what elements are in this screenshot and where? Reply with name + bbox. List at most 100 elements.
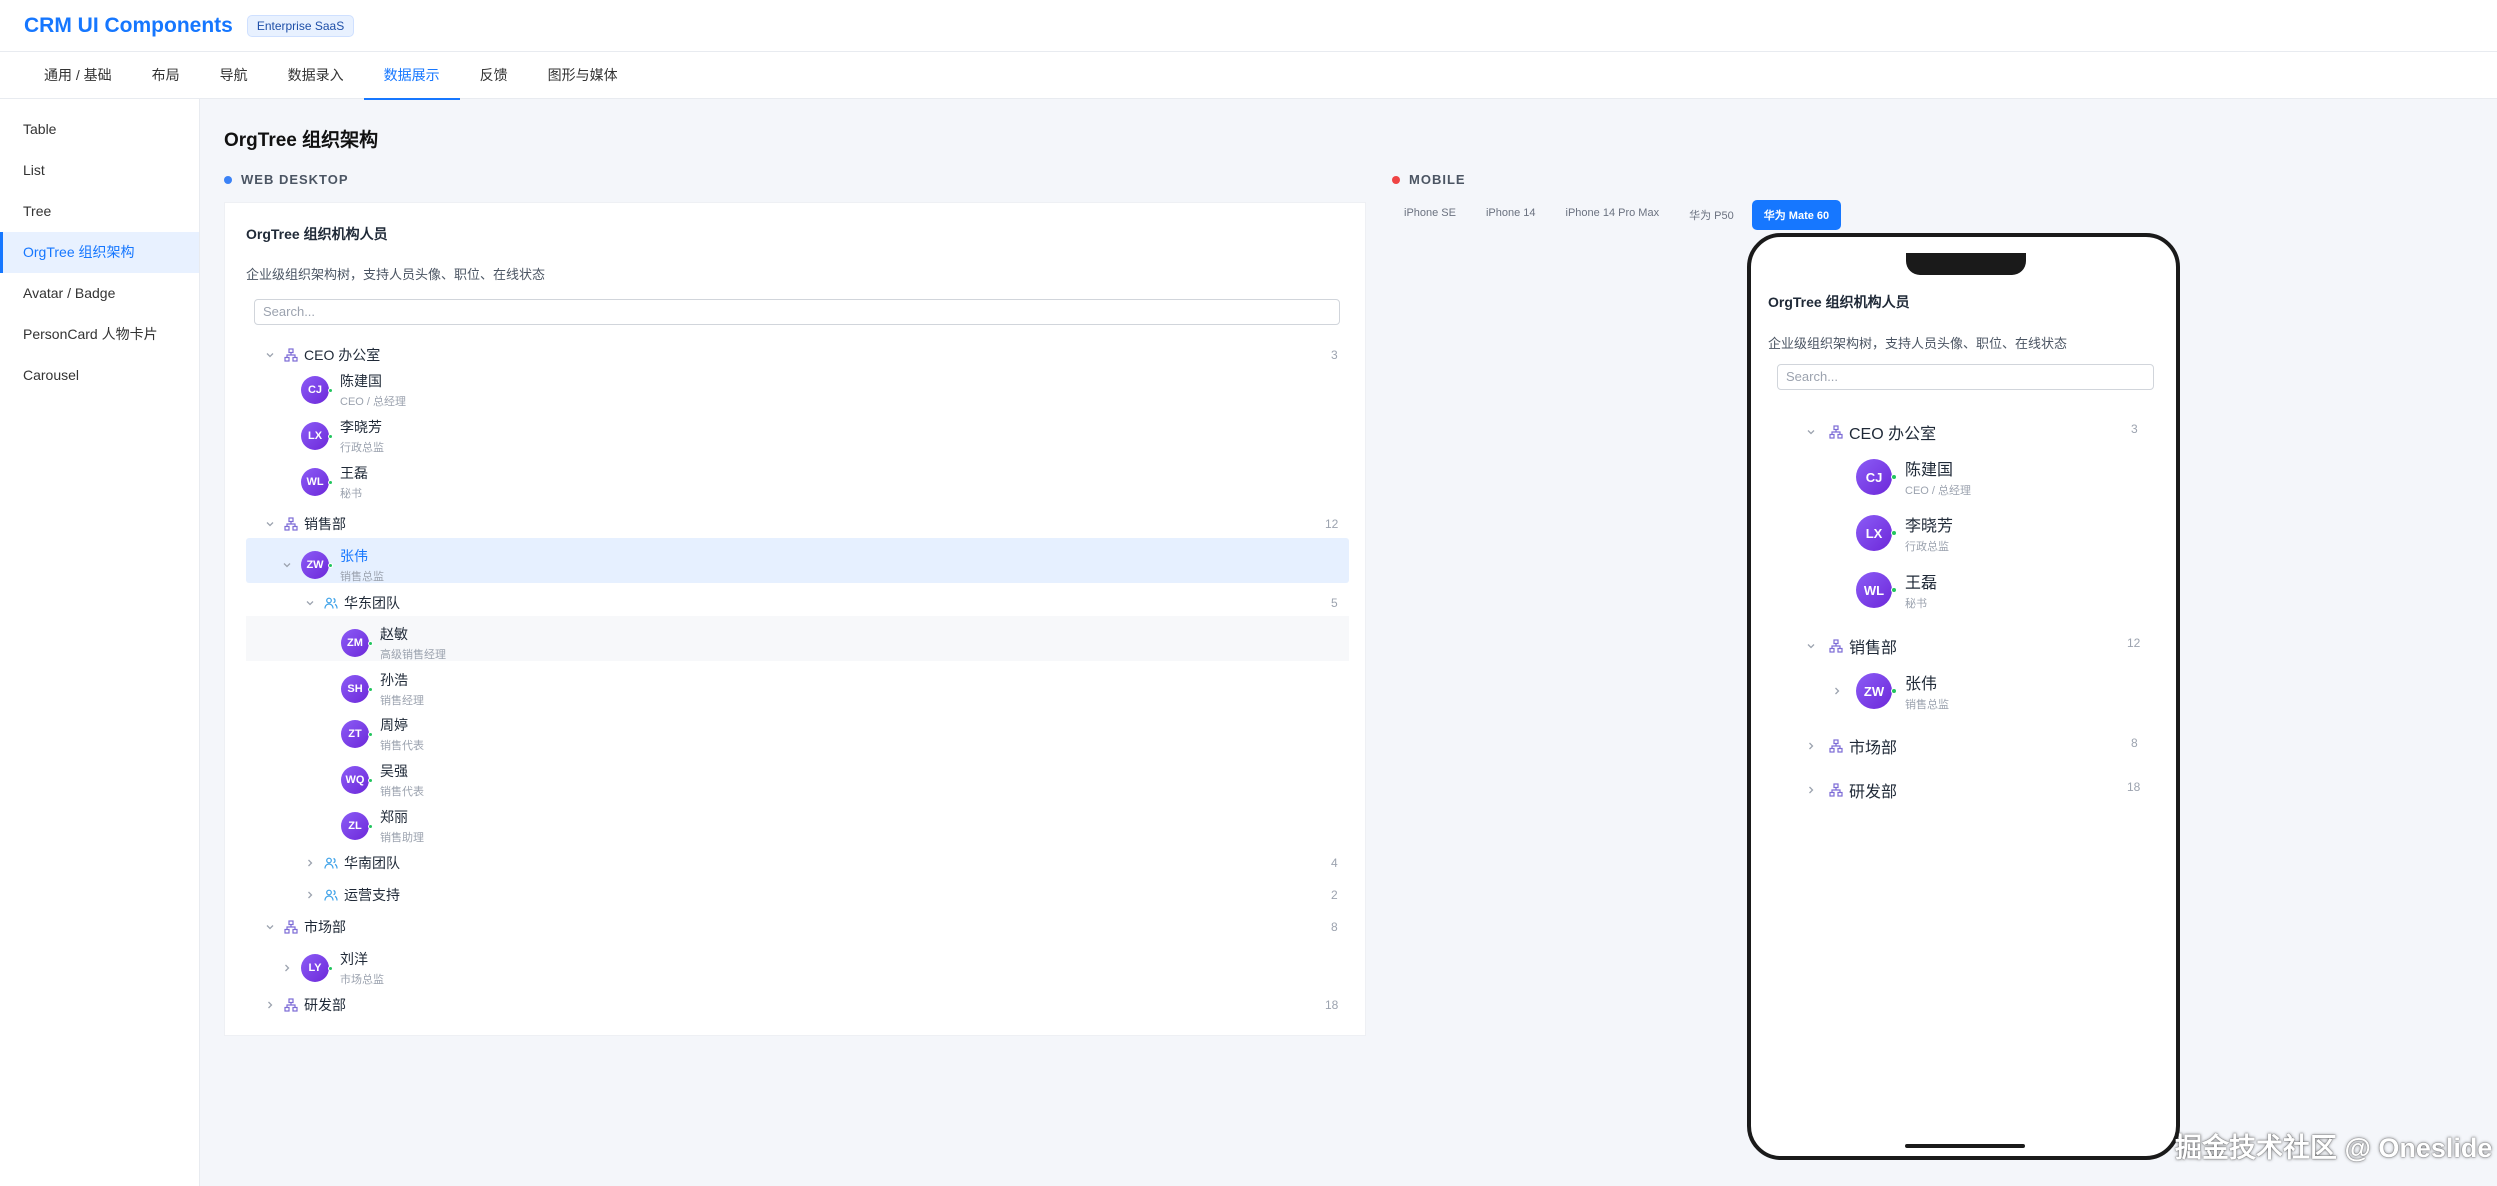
mobile-tree-person-secretary[interactable]: WL 王磊 秘书: [1856, 569, 1937, 611]
tree-person-east-2[interactable]: SH 孙浩 销售经理: [341, 670, 424, 708]
chevron-right-icon[interactable]: [281, 962, 293, 974]
chevron-down-icon[interactable]: [1805, 640, 1817, 652]
device-tab-huawei-mate-60[interactable]: 华为 Mate 60: [1751, 200, 1842, 230]
tree-node-ceo-office[interactable]: CEO 办公室: [264, 345, 380, 365]
online-status-dot: [368, 778, 373, 783]
person-name: 郑丽: [380, 809, 408, 825]
sidebar-item-personcard[interactable]: PersonCard 人物卡片: [0, 314, 199, 355]
chevron-down-icon[interactable]: [281, 559, 293, 571]
person-role: 销售助理: [380, 832, 424, 844]
avatar: WL: [1856, 572, 1897, 608]
node-count: 2: [1331, 888, 1338, 902]
avatar: WL: [301, 468, 333, 496]
mobile-tree-node-rd[interactable]: 研发部: [1805, 778, 1897, 802]
tree-person-east-4[interactable]: WQ 吴强 销售代表: [341, 761, 424, 799]
chevron-right-icon[interactable]: [304, 857, 316, 869]
mobile-tree-person-admin[interactable]: LX 李晓芳 行政总监: [1856, 512, 1953, 554]
team-icon: [324, 856, 338, 870]
person-role: 秘书: [340, 488, 362, 500]
mobile-tree-node-sales[interactable]: 销售部: [1805, 634, 1897, 658]
chevron-right-icon[interactable]: [1805, 740, 1817, 752]
node-label: 研发部: [304, 997, 346, 1013]
person-role: 高级销售经理: [380, 649, 446, 661]
chevron-right-icon[interactable]: [304, 889, 316, 901]
node-label: 华南团队: [344, 855, 400, 871]
tab-data-display[interactable]: 数据展示: [363, 52, 460, 100]
person-name: 李晓芳: [340, 419, 382, 435]
tree-person-marketing-director[interactable]: LY 刘洋 市场总监: [281, 949, 384, 987]
org-icon: [1829, 425, 1843, 439]
chevron-right-icon[interactable]: [1805, 784, 1817, 796]
node-count: 3: [1331, 348, 1338, 362]
mobile-tree-person-ceo[interactable]: CJ 陈建国 CEO / 总经理: [1856, 456, 1971, 498]
tab-layout[interactable]: 布局: [132, 52, 200, 99]
chevron-down-icon[interactable]: [264, 349, 276, 361]
online-status-dot: [368, 824, 373, 829]
org-icon: [284, 348, 298, 362]
chevron-down-icon[interactable]: [264, 921, 276, 933]
device-tab-iphone-14[interactable]: iPhone 14: [1474, 200, 1548, 230]
page-title: OrgTree 组织架构: [224, 130, 379, 151]
tree-person-ceo[interactable]: CJ 陈建国 CEO / 总经理: [301, 371, 406, 409]
desktop-label-text: WEB DESKTOP: [241, 172, 349, 187]
node-label: 销售部: [1849, 640, 1898, 657]
tree-node-ops-support[interactable]: 运营支持: [304, 885, 400, 905]
tree-person-east-1[interactable]: ZM 赵敏 高级销售经理: [341, 624, 446, 662]
chevron-down-icon[interactable]: [304, 597, 316, 609]
mobile-tree-person-sales-director[interactable]: ZW 张伟 销售总监: [1831, 670, 1949, 712]
mobile-tree-node-ceo-office[interactable]: CEO 办公室: [1805, 420, 1936, 444]
person-role: 市场总监: [340, 974, 384, 986]
tree-person-east-5[interactable]: ZL 郑丽 销售助理: [341, 807, 424, 845]
tree-person-sales-director[interactable]: ZW 张伟 销售总监: [281, 546, 384, 584]
tab-data-entry[interactable]: 数据录入: [268, 52, 364, 99]
person-name: 孙浩: [380, 672, 408, 688]
device-selector: iPhone SE iPhone 14 iPhone 14 Pro Max 华为…: [1392, 200, 1847, 230]
device-tab-huawei-p50[interactable]: 华为 P50: [1677, 200, 1746, 230]
avatar: CJ: [301, 376, 333, 404]
component-sidebar: Table List Tree OrgTree 组织架构 Avatar / Ba…: [0, 99, 200, 1186]
tab-graphics-media[interactable]: 图形与媒体: [528, 52, 638, 99]
org-icon: [284, 998, 298, 1012]
tree-node-east-team[interactable]: 华东团队: [304, 593, 400, 613]
device-tab-iphone-14-pro-max[interactable]: iPhone 14 Pro Max: [1554, 200, 1672, 230]
sidebar-item-orgtree[interactable]: OrgTree 组织架构: [0, 232, 199, 273]
tree-person-admin[interactable]: LX 李晓芳 行政总监: [301, 417, 384, 455]
sidebar-item-carousel[interactable]: Carousel: [0, 355, 199, 396]
app-title: CRM UI Components: [24, 13, 233, 37]
chevron-down-icon[interactable]: [1805, 426, 1817, 438]
tree-person-east-3[interactable]: ZT 周婷 销售代表: [341, 715, 424, 753]
tab-feedback[interactable]: 反馈: [460, 52, 528, 99]
team-icon: [324, 888, 338, 902]
sidebar-item-list[interactable]: List: [0, 150, 199, 191]
phone-notch: [1906, 253, 2026, 275]
tree-node-rd[interactable]: 研发部: [264, 995, 346, 1015]
mobile-section-label: MOBILE: [1392, 172, 1466, 187]
mobile-label-text: MOBILE: [1409, 172, 1466, 187]
avatar: LY: [301, 954, 333, 982]
person-role: 销售总监: [340, 571, 384, 583]
tree-node-marketing[interactable]: 市场部: [264, 917, 346, 937]
device-tab-iphone-se[interactable]: iPhone SE: [1392, 200, 1468, 230]
chevron-right-icon[interactable]: [1831, 685, 1843, 697]
tree-node-south-team[interactable]: 华南团队: [304, 853, 400, 873]
sidebar-item-avatar-badge[interactable]: Avatar / Badge: [0, 273, 199, 314]
search-input[interactable]: Search...: [254, 299, 1340, 325]
chevron-right-icon[interactable]: [264, 999, 276, 1011]
tab-navigation[interactable]: 导航: [200, 52, 268, 99]
online-status-dot: [328, 388, 333, 393]
mobile-search-input[interactable]: Search...: [1777, 364, 2154, 390]
category-tabs: 通用 / 基础 布局 导航 数据录入 数据展示 反馈 图形与媒体: [0, 52, 2497, 100]
tree-node-sales[interactable]: 销售部: [264, 514, 346, 534]
selected-row-highlight: [246, 538, 1349, 583]
chevron-down-icon[interactable]: [264, 518, 276, 530]
sidebar-item-table[interactable]: Table: [0, 109, 199, 150]
online-status-dot: [328, 434, 333, 439]
mobile-tree-node-marketing[interactable]: 市场部: [1805, 734, 1897, 758]
org-icon: [1829, 783, 1843, 797]
sidebar-item-tree[interactable]: Tree: [0, 191, 199, 232]
tab-general[interactable]: 通用 / 基础: [24, 52, 132, 99]
avatar: LX: [1856, 515, 1897, 551]
avatar: ZM: [341, 629, 373, 657]
tree-person-secretary[interactable]: WL 王磊 秘书: [301, 463, 368, 501]
node-label: 市场部: [1849, 740, 1898, 757]
